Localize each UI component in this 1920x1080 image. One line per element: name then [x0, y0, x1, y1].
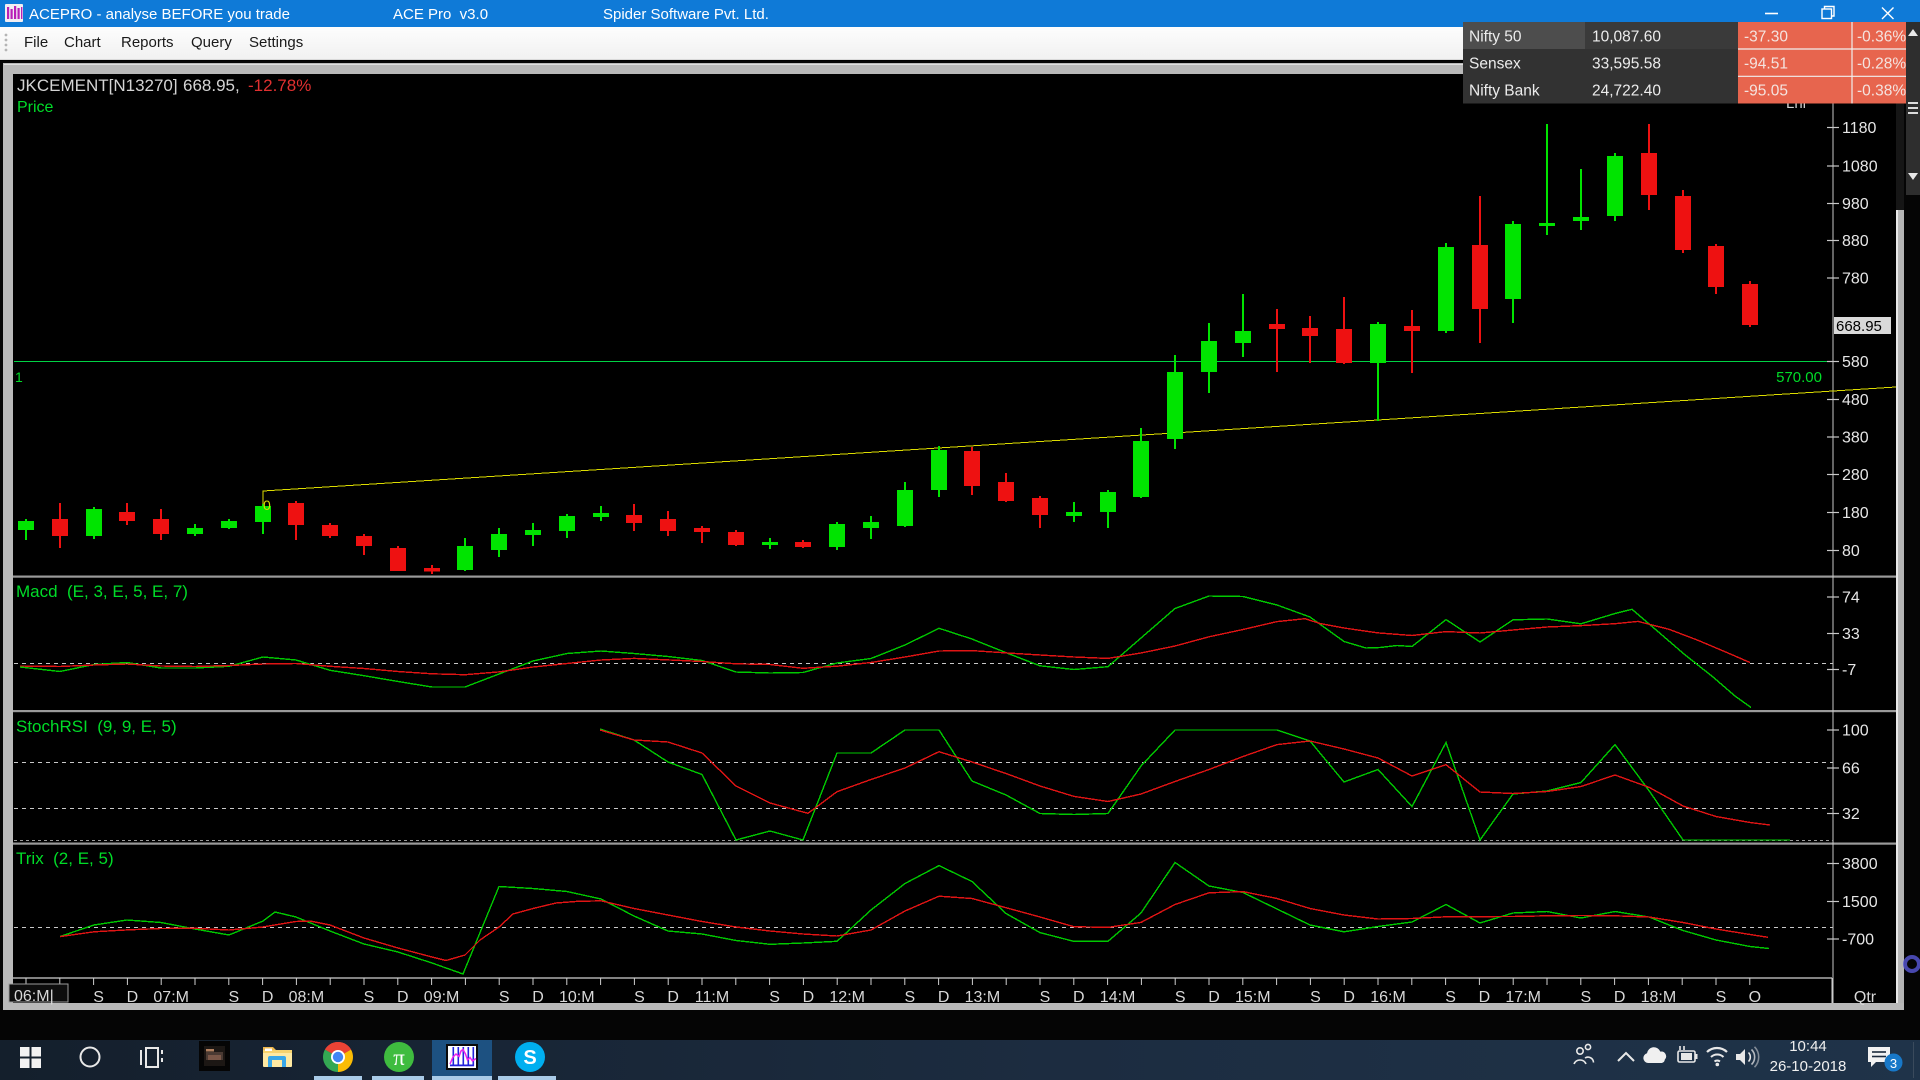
svg-text:668.95: 668.95: [1836, 318, 1882, 335]
svg-text:D: D: [938, 989, 950, 1006]
svg-text:66: 66: [1842, 761, 1860, 778]
svg-text:14:M: 14:M: [1100, 989, 1136, 1006]
svg-text:O: O: [1749, 989, 1761, 1006]
svg-text:D: D: [1479, 989, 1491, 1006]
svg-text:S: S: [1716, 989, 1727, 1006]
svg-text:13:M: 13:M: [965, 989, 1001, 1006]
svg-text:12:M: 12:M: [829, 989, 865, 1006]
svg-text:18:M: 18:M: [1641, 989, 1677, 1006]
svg-text:15:M: 15:M: [1235, 989, 1271, 1006]
svg-text:580: 580: [1842, 354, 1869, 371]
svg-text:880: 880: [1842, 233, 1869, 250]
svg-text:180: 180: [1842, 505, 1869, 522]
svg-text:33: 33: [1842, 626, 1860, 643]
svg-text:10:44: 10:44: [1789, 1038, 1827, 1055]
svg-text:1: 1: [15, 369, 23, 385]
svg-text:Macd (E, 3, E, 5, E, 7): Macd (E, 3, E, 5, E, 7): [16, 582, 188, 601]
svg-text:74: 74: [1842, 590, 1860, 607]
svg-text:S: S: [499, 989, 510, 1006]
svg-text:09:M: 09:M: [424, 989, 460, 1006]
svg-text:StochRSI (9, 9, E, 5): StochRSI (9, 9, E, 5): [16, 717, 177, 736]
svg-text:Sensex: Sensex: [1469, 56, 1521, 73]
svg-text:D: D: [1614, 989, 1626, 1006]
svg-text:80: 80: [1842, 543, 1860, 560]
svg-text:-0.38%: -0.38%: [1857, 83, 1906, 100]
svg-text:D: D: [667, 989, 679, 1006]
svg-text:D: D: [532, 989, 544, 1006]
svg-text:S: S: [93, 989, 104, 1006]
svg-text:33,595.58: 33,595.58: [1592, 56, 1661, 73]
svg-text:D: D: [397, 989, 409, 1006]
svg-text:S: S: [523, 1047, 536, 1069]
svg-text:-7: -7: [1842, 662, 1856, 679]
svg-text:S: S: [769, 989, 780, 1006]
svg-text:S: S: [1580, 989, 1591, 1006]
svg-text:08:M: 08:M: [289, 989, 325, 1006]
svg-text:-94.51: -94.51: [1744, 56, 1788, 73]
svg-text:D: D: [1073, 989, 1085, 1006]
svg-text:Trix (2, E, 5): Trix (2, E, 5): [16, 849, 114, 868]
svg-text:S: S: [1445, 989, 1456, 1006]
svg-text:D: D: [1208, 989, 1220, 1006]
svg-text:11:M: 11:M: [695, 989, 729, 1006]
svg-text:D: D: [262, 989, 274, 1006]
svg-text:S: S: [1310, 989, 1321, 1006]
svg-text:S: S: [904, 989, 915, 1006]
svg-text:3800: 3800: [1842, 856, 1878, 873]
svg-text:10,087.60: 10,087.60: [1592, 29, 1661, 46]
svg-text:380: 380: [1842, 430, 1869, 447]
svg-text:570.00: 570.00: [1776, 369, 1822, 386]
svg-text:D: D: [127, 989, 139, 1006]
svg-text:S: S: [228, 989, 239, 1006]
svg-text:π: π: [393, 1045, 405, 1070]
svg-text:10:M: 10:M: [559, 989, 595, 1006]
svg-text:24,722.40: 24,722.40: [1592, 83, 1661, 100]
svg-text:3: 3: [1890, 1056, 1897, 1071]
svg-text:07:M: 07:M: [153, 989, 189, 1006]
svg-text:Nifty 50: Nifty 50: [1469, 29, 1522, 46]
svg-text:0: 0: [263, 497, 271, 513]
svg-text:480: 480: [1842, 392, 1869, 409]
svg-text:1500: 1500: [1842, 894, 1878, 911]
svg-text:S: S: [634, 989, 645, 1006]
svg-text:-37.30: -37.30: [1744, 29, 1788, 46]
svg-text:-0.36%: -0.36%: [1857, 29, 1906, 46]
svg-text:Qtr: Qtr: [1854, 989, 1877, 1006]
svg-text:-700: -700: [1842, 932, 1874, 949]
svg-text:780: 780: [1842, 271, 1869, 288]
svg-text:S: S: [364, 989, 375, 1006]
svg-text:16:M: 16:M: [1370, 989, 1406, 1006]
svg-text:S: S: [1040, 989, 1051, 1006]
svg-text:S: S: [1175, 989, 1186, 1006]
svg-text:-95.05: -95.05: [1744, 83, 1788, 100]
svg-text:Nifty Bank: Nifty Bank: [1469, 83, 1540, 100]
svg-text:D: D: [1343, 989, 1355, 1006]
svg-text:32: 32: [1842, 806, 1860, 823]
svg-text:D: D: [803, 989, 815, 1006]
svg-text:-0.28%: -0.28%: [1857, 56, 1906, 73]
svg-text:26-10-2018: 26-10-2018: [1770, 1058, 1847, 1075]
svg-text:280: 280: [1842, 467, 1869, 484]
svg-text:06:M|: 06:M|: [14, 988, 54, 1005]
svg-text:100: 100: [1842, 723, 1869, 740]
svg-text:17:M: 17:M: [1505, 989, 1541, 1006]
